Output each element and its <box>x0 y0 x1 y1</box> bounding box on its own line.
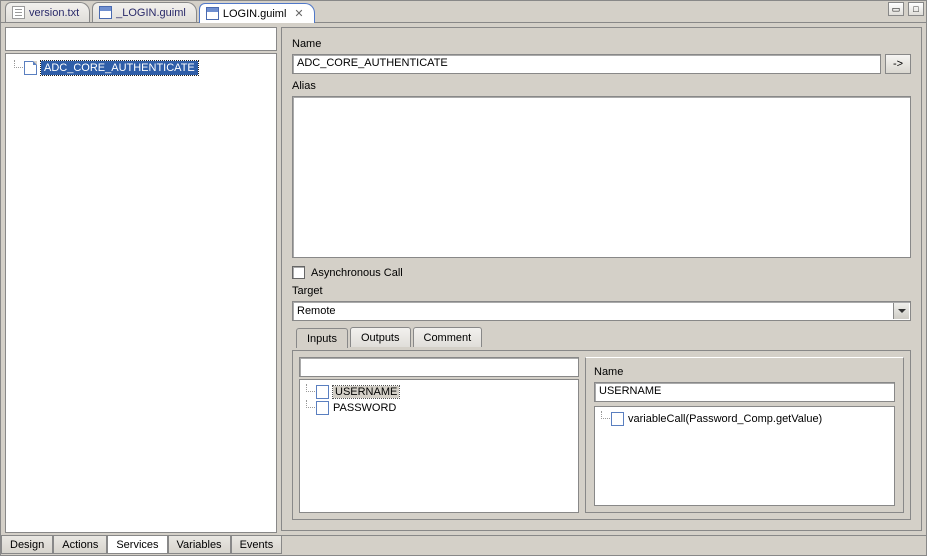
param-label: USERNAME <box>333 386 399 398</box>
bottom-tab-actions[interactable]: Actions <box>53 536 107 554</box>
services-filter-input[interactable] <box>5 27 277 51</box>
file-tab-login-guiml-underscore[interactable]: _LOGIN.guiml <box>92 2 197 22</box>
editor-window-controls: ▭ □ <box>888 2 924 16</box>
target-select[interactable]: Remote <box>292 301 911 321</box>
service-form-pane: Name ADC_CORE_AUTHENTICATE -> Alias Asyn… <box>279 23 926 535</box>
file-tab-label: LOGIN.guiml <box>223 8 287 20</box>
expression-label: variableCall(Password_Comp.getValue) <box>628 413 822 425</box>
target-select-value: Remote <box>297 305 336 317</box>
bottom-tab-variables[interactable]: Variables <box>168 536 231 554</box>
tab-outputs[interactable]: Outputs <box>350 327 411 347</box>
params-tab-strip: Inputs Outputs Comment <box>292 325 911 347</box>
bottom-tab-design[interactable]: Design <box>1 536 53 554</box>
close-icon[interactable]: ✕ <box>294 7 303 20</box>
service-form-panel: Name ADC_CORE_AUTHENTICATE -> Alias Asyn… <box>281 27 922 531</box>
services-left-pane: ADC_CORE_AUTHENTICATE <box>1 23 279 535</box>
editor-area: version.txt _LOGIN.guiml LOGIN.guiml ✕ ▭… <box>0 0 927 556</box>
async-call-checkbox[interactable] <box>292 266 305 279</box>
goto-service-button[interactable]: -> <box>885 54 911 74</box>
target-label: Target <box>292 283 911 297</box>
name-input[interactable]: ADC_CORE_AUTHENTICATE <box>292 54 881 74</box>
service-tree-item[interactable]: ADC_CORE_AUTHENTICATE <box>10 60 272 76</box>
editor-body: ADC_CORE_AUTHENTICATE Name ADC_CORE_AUTH… <box>1 23 926 535</box>
inputs-panel: USERNAME PASSWORD Name USERNAME <box>292 350 911 520</box>
params-filter-input[interactable] <box>299 357 579 377</box>
file-tab-label: version.txt <box>29 7 79 19</box>
maximize-button[interactable]: □ <box>908 2 924 16</box>
file-tab-version-txt[interactable]: version.txt <box>5 2 90 22</box>
bottom-tab-services[interactable]: Services <box>107 536 167 554</box>
expression-tree[interactable]: variableCall(Password_Comp.getValue) <box>594 406 895 506</box>
param-icon <box>316 385 329 399</box>
bottom-tab-strip: Design Actions Services Variables Events <box>1 535 926 555</box>
async-call-row: Asynchronous Call <box>292 262 911 279</box>
tab-inputs[interactable]: Inputs <box>296 328 348 348</box>
name-label: Name <box>292 36 911 50</box>
services-tree[interactable]: ADC_CORE_AUTHENTICATE <box>5 53 277 533</box>
alias-input[interactable] <box>292 96 911 258</box>
file-tab-label: _LOGIN.guiml <box>116 7 186 19</box>
file-tab-strip: version.txt _LOGIN.guiml LOGIN.guiml ✕ ▭… <box>1 1 926 23</box>
param-name-label: Name <box>594 364 895 378</box>
expression-item[interactable]: variableCall(Password_Comp.getValue) <box>597 411 892 427</box>
param-icon <box>316 401 329 415</box>
bottom-tab-events[interactable]: Events <box>231 536 283 554</box>
param-label: PASSWORD <box>333 402 396 414</box>
guiml-file-icon <box>99 6 112 19</box>
tab-comment[interactable]: Comment <box>413 327 483 347</box>
text-file-icon <box>12 6 25 19</box>
alias-label: Alias <box>292 78 911 92</box>
service-icon <box>24 61 37 75</box>
chevron-down-icon <box>893 303 909 319</box>
param-detail-column: Name USERNAME variableCall(Password_Comp… <box>585 357 904 513</box>
param-name-value[interactable]: USERNAME <box>594 382 895 402</box>
async-call-label: Asynchronous Call <box>311 267 403 279</box>
guiml-file-icon <box>206 7 219 20</box>
params-tree[interactable]: USERNAME PASSWORD <box>299 379 579 513</box>
expression-icon <box>611 412 624 426</box>
service-tree-item-label: ADC_CORE_AUTHENTICATE <box>41 61 198 75</box>
param-item-username[interactable]: USERNAME <box>302 384 576 400</box>
minimize-button[interactable]: ▭ <box>888 2 904 16</box>
params-column: USERNAME PASSWORD <box>299 357 579 513</box>
param-item-password[interactable]: PASSWORD <box>302 400 576 416</box>
file-tab-login-guiml[interactable]: LOGIN.guiml ✕ <box>199 3 315 23</box>
